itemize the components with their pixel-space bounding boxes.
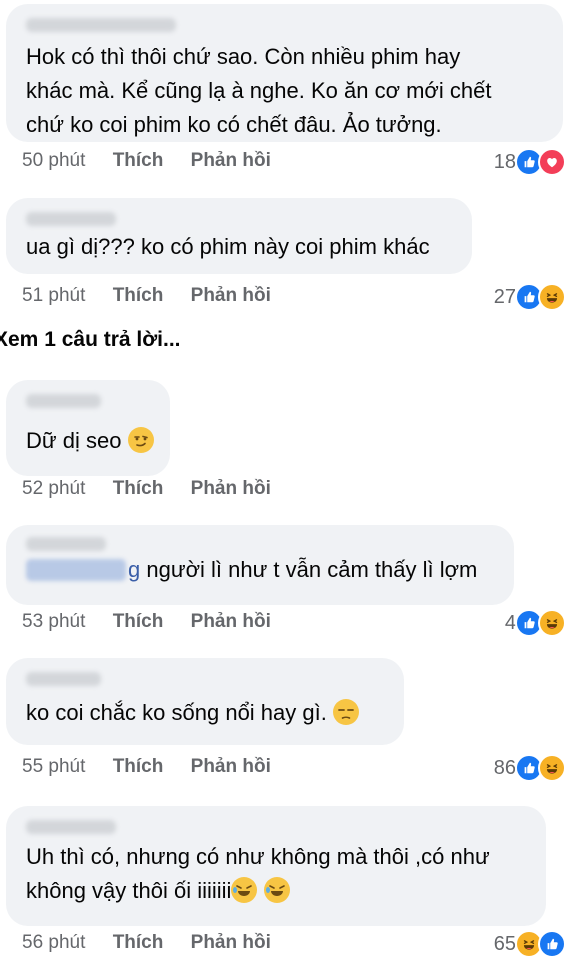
reply-button[interactable]: Phản hồi — [191, 285, 271, 307]
rofl-emoji-icon — [231, 877, 258, 903]
haha-icon — [538, 609, 566, 637]
reaction-count: 86 — [493, 756, 516, 779]
view-more-replies-link[interactable]: Xem 1 câu trả lời... — [0, 328, 181, 352]
comment-time[interactable]: 52 phút — [22, 478, 85, 500]
reply-button[interactable]: Phản hồi — [191, 478, 271, 500]
reply-button[interactable]: Phản hồi — [191, 932, 271, 954]
comment-text-line: khác mà. Kể cũng lạ à nghe. Ko ăn cơ mới… — [26, 78, 492, 103]
comment-author-blurred[interactable] — [26, 394, 101, 408]
comment-text-line-2: không vậy thôi ối iiiiiii — [26, 874, 526, 908]
like-button[interactable]: Thích — [113, 932, 164, 954]
reaction-summary[interactable]: 65 — [494, 930, 566, 958]
comment-text-content: không vậy thôi ối iiiiiii — [26, 878, 232, 903]
reply-button[interactable]: Phản hồi — [191, 756, 271, 778]
comment-time[interactable]: 50 phút — [22, 150, 85, 172]
like-button[interactable]: Thích — [113, 150, 164, 172]
comment-text-content: ko coi chắc ko sống nổi hay gì. — [26, 700, 327, 725]
comment-author-blurred[interactable] — [26, 820, 116, 834]
comment-text: Dữ dị seo — [26, 424, 154, 458]
comment-time[interactable]: 53 phút — [22, 611, 85, 633]
like-icon — [538, 930, 566, 958]
comment-text: ko coi chắc ko sống nổi hay gì. — [26, 696, 384, 730]
like-button[interactable]: Thích — [113, 756, 164, 778]
reaction-summary[interactable]: 4 — [505, 609, 566, 637]
comment-text: Uh thì có, nhưng có như không mà thôi ,c… — [26, 840, 526, 908]
like-button[interactable]: Thích — [113, 611, 164, 633]
comment-text-line: Hok có thì thôi chứ sao. Còn nhiều phim … — [26, 44, 461, 69]
reaction-count: 27 — [493, 285, 516, 308]
reply-button[interactable]: Phản hồi — [191, 611, 271, 633]
comment-bubble: ko coi chắc ko sống nổi hay gì. — [6, 658, 404, 745]
comment-time[interactable]: 51 phút — [22, 285, 85, 307]
comment-actions: 56 phút Thích Phản hồi — [22, 932, 271, 954]
comment-author-blurred[interactable] — [26, 672, 101, 686]
comment-actions: 50 phút Thích Phản hồi — [22, 150, 271, 172]
comment-bubble: g người lì như t vẫn cảm thấy lì lợm — [6, 525, 514, 605]
comment-author-blurred[interactable] — [26, 537, 106, 551]
haha-icon — [538, 283, 566, 311]
comment-actions: 55 phút Thích Phản hồi — [22, 756, 271, 778]
love-icon — [538, 148, 566, 176]
mention-tag-blurred[interactable] — [26, 559, 126, 581]
haha-icon — [538, 754, 566, 782]
comment-time[interactable]: 55 phút — [22, 756, 85, 778]
comment-text-content: Dữ dị seo — [26, 428, 122, 453]
like-button[interactable]: Thích — [113, 478, 164, 500]
reaction-count: 18 — [493, 150, 516, 173]
comment-text-line: chứ ko coi phim ko có chết đâu. Ảo tưởng… — [26, 112, 442, 137]
comment-time[interactable]: 56 phút — [22, 932, 85, 954]
comment-text-line: Uh thì có, nhưng có như không mà thôi ,c… — [26, 844, 490, 869]
mention-tag-tail[interactable]: g — [128, 557, 140, 582]
comment-text-content: người lì như t vẫn cảm thấy lì lợm — [146, 557, 478, 582]
comment-text: g người lì như t vẫn cảm thấy lì lợm — [26, 553, 494, 587]
comment-bubble: Uh thì có, nhưng có như không mà thôi ,c… — [6, 806, 546, 926]
reaction-summary[interactable]: 27 — [494, 283, 566, 311]
reaction-summary[interactable]: 18 — [494, 148, 566, 176]
rofl-emoji-icon — [263, 877, 290, 903]
comment-bubble: ua gì dị??? ko có phim này coi phim khác — [6, 198, 472, 274]
smirk-emoji-icon — [127, 427, 154, 453]
comment-actions: 51 phút Thích Phản hồi — [22, 285, 271, 307]
like-button[interactable]: Thích — [113, 285, 164, 307]
comment-author-blurred[interactable] — [26, 18, 176, 32]
comment-bubble: Dữ dị seo — [6, 380, 170, 476]
comment-text: ua gì dị??? ko có phim này coi phim khác — [26, 234, 430, 259]
reaction-summary[interactable]: 86 — [494, 754, 566, 782]
comment-author-blurred[interactable] — [26, 212, 116, 226]
comment-actions: 52 phút Thích Phản hồi — [22, 478, 271, 500]
reply-button[interactable]: Phản hồi — [191, 150, 271, 172]
unamused-emoji-icon — [332, 699, 359, 725]
comment-actions: 53 phút Thích Phản hồi — [22, 611, 271, 633]
comment-text: Hok có thì thôi chứ sao. Còn nhiều phim … — [26, 40, 543, 142]
comment-bubble: Hok có thì thôi chứ sao. Còn nhiều phim … — [6, 4, 563, 142]
reaction-count: 65 — [493, 932, 516, 955]
